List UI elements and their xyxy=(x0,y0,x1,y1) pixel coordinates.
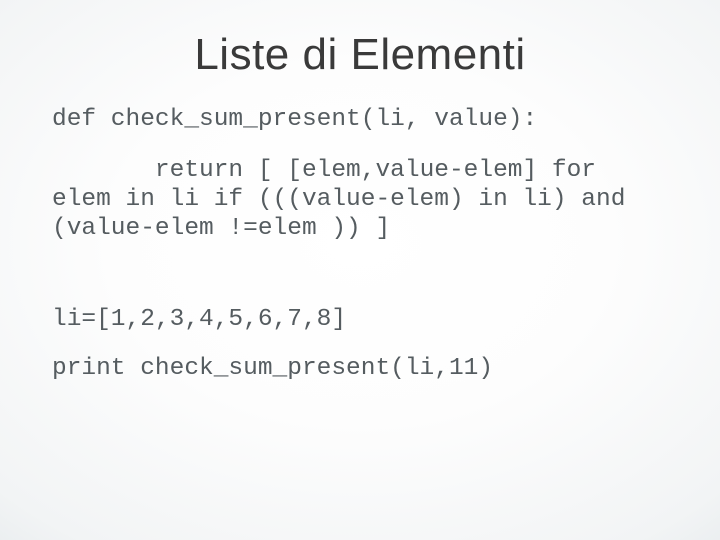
code-line-def: def check_sum_present(li, value): xyxy=(52,106,668,135)
blank-gap xyxy=(52,272,668,306)
code-line-return: return [ [elem,value-elem] for elem in l… xyxy=(52,157,668,244)
slide-title: Liste di Elementi xyxy=(52,30,668,80)
code-line-list: li=[1,2,3,4,5,6,7,8] xyxy=(52,306,668,335)
code-line-print: print check_sum_present(li,11) xyxy=(52,355,668,384)
slide: Liste di Elementi def check_sum_present(… xyxy=(0,0,720,540)
